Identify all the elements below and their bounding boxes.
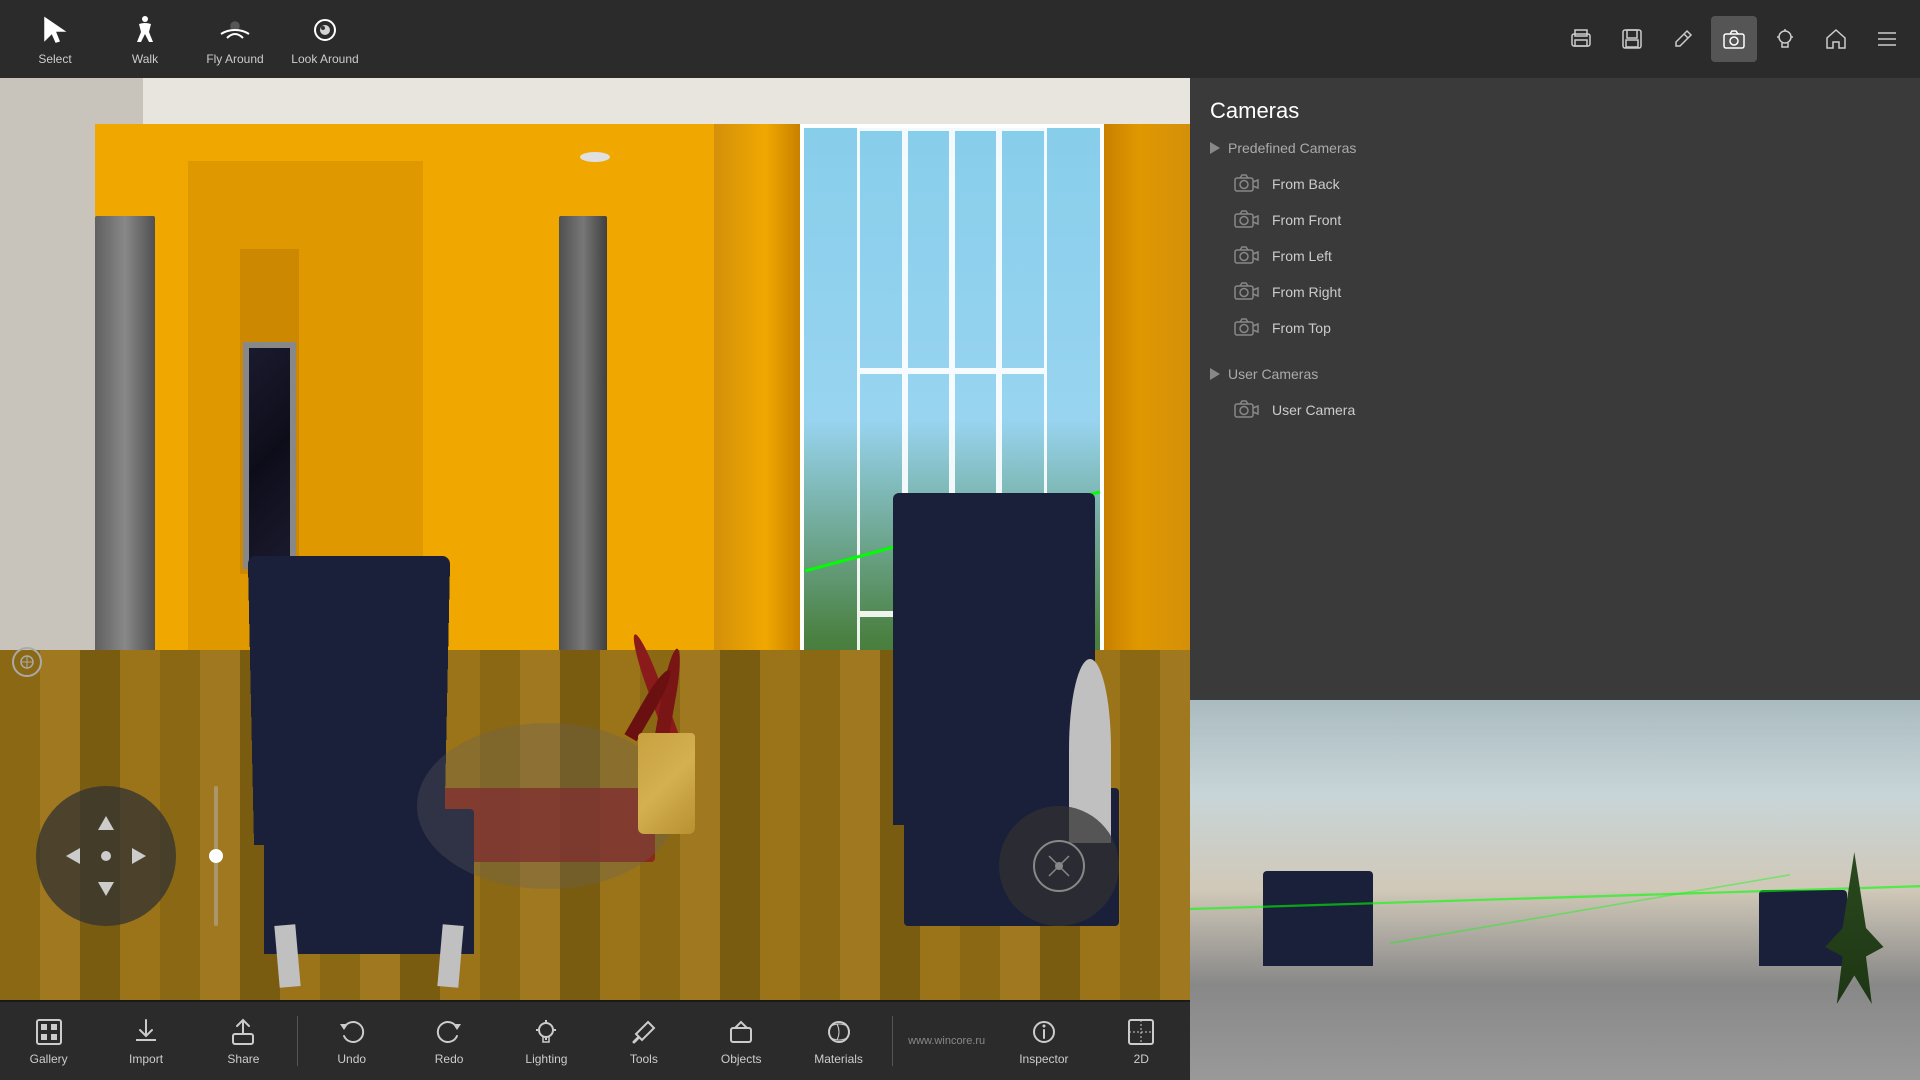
window-pane <box>952 128 999 371</box>
panel-icons <box>1190 0 1920 78</box>
2d-button[interactable]: 2D <box>1093 1005 1190 1077</box>
save-icon-button[interactable] <box>1609 16 1655 62</box>
camera-from-right[interactable]: From Right <box>1210 274 1900 310</box>
room-scene <box>0 78 1190 1000</box>
fly-around-tool[interactable]: Fly Around <box>190 3 280 75</box>
ceiling-light <box>580 152 610 162</box>
tv-screen <box>243 342 296 569</box>
nav-arrows <box>66 816 146 896</box>
camera-from-top-icon <box>1234 318 1260 338</box>
cameras-panel: Cameras Predefined Cameras From Back <box>1190 78 1920 700</box>
nav-down-arrow[interactable] <box>98 882 114 896</box>
camera-from-front[interactable]: From Front <box>1210 202 1900 238</box>
nav-center <box>101 851 111 861</box>
camera-from-back[interactable]: From Back <box>1210 166 1900 202</box>
toolbar-separator-1 <box>297 1016 298 1066</box>
speaker-right <box>559 216 607 677</box>
camera-from-left-icon <box>1234 246 1260 266</box>
main-viewport[interactable] <box>0 78 1190 1000</box>
cameras-title: Cameras <box>1210 98 1900 124</box>
gallery-button[interactable]: Gallery <box>0 1005 97 1077</box>
preview-room <box>1190 700 1920 1080</box>
share-button[interactable]: Share <box>195 1005 292 1077</box>
undo-button[interactable]: Undo <box>303 1005 400 1077</box>
walk-icon <box>127 12 163 48</box>
user-cameras-section[interactable]: User Cameras <box>1210 366 1900 382</box>
user-cameras-list: User Camera <box>1210 392 1900 428</box>
user-cameras-label: User Cameras <box>1228 366 1318 382</box>
inspector-button[interactable]: Inspector <box>995 1005 1092 1077</box>
objects-button[interactable]: Objects <box>693 1005 790 1077</box>
walk-tool[interactable]: Walk <box>100 3 190 75</box>
chair-right-back <box>893 493 1095 825</box>
pencil-icon-button[interactable] <box>1660 16 1706 62</box>
vase-plant <box>619 631 714 834</box>
bulb-icon-button[interactable] <box>1762 16 1808 62</box>
materials-button[interactable]: Materials <box>790 1005 887 1077</box>
print-icon-button[interactable] <box>1558 16 1604 62</box>
nav-right-arrow[interactable] <box>132 848 146 864</box>
navigation-control[interactable] <box>36 786 176 926</box>
predefined-cameras-list: From Back From Front <box>1210 166 1900 346</box>
import-button[interactable]: Import <box>97 1005 194 1077</box>
nav-up-arrow[interactable] <box>98 816 114 830</box>
collapse-triangle-user <box>1210 368 1220 380</box>
home-icon-button[interactable] <box>1813 16 1859 62</box>
camera-from-back-icon <box>1234 174 1260 194</box>
camera-from-top[interactable]: From Top <box>1210 310 1900 346</box>
bottom-toolbar: Gallery Import Share Undo Redo <box>0 1002 1190 1080</box>
tv-niche <box>240 249 299 574</box>
cursor-icon <box>37 12 73 48</box>
rotate-control[interactable] <box>999 806 1119 926</box>
look-icon <box>307 12 343 48</box>
right-panel: Cameras Predefined Cameras From Back <box>1190 0 1920 1080</box>
predefined-cameras-label: Predefined Cameras <box>1228 140 1356 156</box>
tools-button[interactable]: Tools <box>595 1005 692 1077</box>
redo-button[interactable]: Redo <box>400 1005 497 1077</box>
speaker-left <box>95 216 155 723</box>
camera-from-front-icon <box>1234 210 1260 230</box>
camera-from-right-icon <box>1234 282 1260 302</box>
window-pane <box>999 128 1046 371</box>
orbit-indicator <box>12 647 42 677</box>
nav-left-arrow[interactable] <box>66 848 80 864</box>
list-icon-button[interactable] <box>1864 16 1910 62</box>
plant-leaves <box>619 631 714 743</box>
fly-icon <box>217 12 253 48</box>
camera-icon-button[interactable] <box>1711 16 1757 62</box>
window-pane <box>905 128 952 371</box>
camera-from-left[interactable]: From Left <box>1210 238 1900 274</box>
lighting-button[interactable]: Lighting <box>498 1005 595 1077</box>
collapse-triangle-predefined <box>1210 142 1220 154</box>
predefined-cameras-section[interactable]: Predefined Cameras <box>1210 140 1900 156</box>
preview-scene <box>1190 700 1920 1080</box>
watermark: www.wincore.ru <box>898 1035 995 1047</box>
look-around-tool[interactable]: Look Around <box>280 3 370 75</box>
toolbar-separator-2 <box>892 1016 893 1066</box>
preview-area <box>1190 700 1920 1080</box>
camera-user[interactable]: User Camera <box>1210 392 1900 428</box>
window-pane <box>857 128 904 371</box>
camera-user-icon <box>1234 400 1260 420</box>
speed-slider[interactable] <box>214 786 218 926</box>
select-tool[interactable]: Select <box>10 3 100 75</box>
vase <box>638 733 695 834</box>
top-toolbar: Select Walk Fly Around Loo <box>0 0 1190 78</box>
speed-slider-handle[interactable] <box>209 849 223 863</box>
